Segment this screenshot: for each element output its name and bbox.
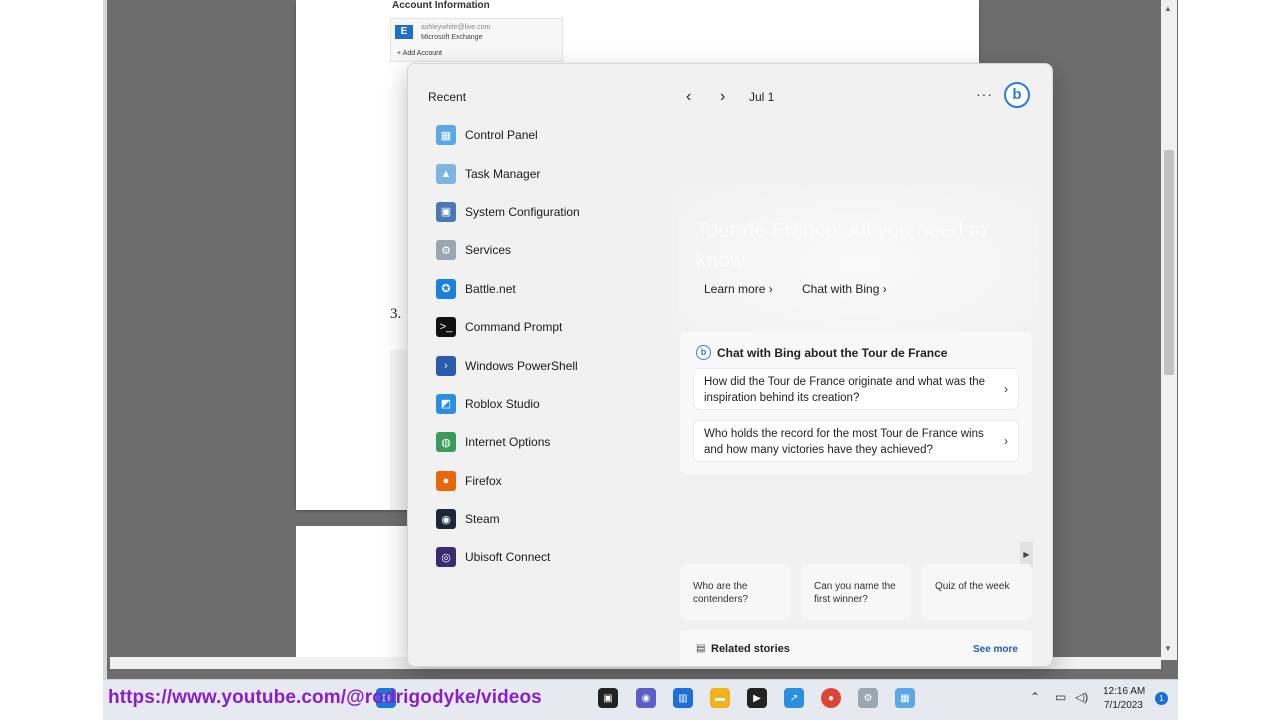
- bing-small-icon: b: [696, 345, 711, 360]
- recent-app-item[interactable]: ✪ Battle.net: [436, 270, 676, 308]
- control-panel-icon: ▦: [436, 125, 456, 146]
- chat-question-text: How did the Tour de France originate and…: [704, 376, 986, 404]
- add-account-button[interactable]: + Add Account: [397, 50, 442, 57]
- date-label: Jul 1: [749, 90, 775, 104]
- chevron-right-icon: ›: [1004, 434, 1008, 448]
- related-stories-heading: Related stories: [711, 643, 790, 655]
- hero-headline[interactable]: Tour de France: All you need to know: [696, 216, 1006, 276]
- learn-more-button[interactable]: Learn more ›: [704, 282, 773, 296]
- recent-app-label: Firefox: [465, 473, 502, 488]
- chat-question-text: Who holds the record for the most Tour d…: [704, 428, 984, 456]
- recent-apps-list: ▦ Control Panel ▲ Task Manager ▣ System Confi…: [436, 116, 676, 577]
- account-box: E ashleywhite@live.com Microsoft Exchang…: [390, 18, 563, 62]
- news-icon: ▤: [696, 643, 706, 654]
- task-view-icon[interactable]: ▣: [598, 688, 618, 708]
- next-day-chevron-icon[interactable]: ›: [720, 88, 725, 106]
- recent-app-label: Task Manager: [465, 166, 541, 181]
- recent-app-item[interactable]: ▣ System Configuration: [436, 193, 676, 231]
- right-margin: [1178, 0, 1280, 720]
- recent-app-item[interactable]: › Windows PowerShell: [436, 346, 676, 384]
- chat-question-1[interactable]: How did the Tour de France originate and…: [693, 368, 1019, 410]
- recent-app-label: Roblox Studio: [465, 396, 540, 411]
- recent-app-item[interactable]: ◉ Steam: [436, 500, 676, 538]
- clock-time[interactable]: 12:16 AM: [1103, 686, 1145, 697]
- related-stories-section: ▤ Related stories See more: [680, 630, 1032, 666]
- control-panel-taskbar-icon[interactable]: ▦: [895, 688, 915, 708]
- suggestion-card[interactable]: Quiz of the week: [922, 564, 1032, 620]
- chat-card-heading: b Chat with Bing about the Tour de Franc…: [696, 345, 947, 360]
- exchange-icon: E: [395, 25, 413, 39]
- account-type: Microsoft Exchange: [421, 34, 483, 41]
- media-player-icon[interactable]: ▶: [747, 688, 767, 708]
- battlenet-icon: ✪: [436, 278, 456, 299]
- roblox-studio-icon: ◩: [436, 393, 456, 414]
- youtube-url-overlay: https://www.youtube.com/@rodrigodyke/vid…: [108, 687, 542, 708]
- scroll-down-arrow-icon[interactable]: ▼: [1164, 644, 1172, 653]
- powershell-icon: ›: [436, 355, 456, 376]
- recent-app-label: Ubisoft Connect: [465, 550, 551, 565]
- volume-icon[interactable]: ◁): [1075, 690, 1088, 704]
- account-information-heading: Account Information: [392, 0, 490, 11]
- firefox-icon: ●: [436, 470, 456, 491]
- suggestion-card[interactable]: Who are the contenders?: [680, 564, 790, 620]
- recent-app-item[interactable]: ⚙ Services: [436, 231, 676, 269]
- chevron-right-icon: ›: [882, 282, 887, 296]
- command-prompt-icon: >_: [436, 317, 456, 338]
- recent-app-label: Services: [465, 243, 512, 258]
- recent-app-label: Steam: [465, 512, 500, 527]
- network-icon[interactable]: ▭: [1055, 690, 1066, 704]
- recent-app-item[interactable]: ▲ Task Manager: [436, 154, 676, 192]
- clock-date[interactable]: 7/1/2023: [1104, 700, 1143, 711]
- recent-app-item[interactable]: ● Firefox: [436, 462, 676, 500]
- account-email: ashleywhite@live.com: [421, 24, 491, 31]
- previous-day-chevron-icon[interactable]: ‹: [686, 88, 691, 106]
- document-sidebar-strip: [390, 350, 408, 510]
- internet-options-icon: ◍: [436, 432, 456, 453]
- store-icon[interactable]: ▥: [673, 688, 693, 708]
- see-more-link[interactable]: See more: [973, 644, 1018, 655]
- ubisoft-connect-icon: ◎: [436, 547, 456, 568]
- recent-app-label: Internet Options: [465, 435, 551, 450]
- chevron-right-icon: ›: [1004, 382, 1008, 396]
- recent-app-label: Control Panel: [465, 128, 538, 143]
- chat-question-2[interactable]: Who holds the record for the most Tour d…: [693, 420, 1019, 462]
- show-hidden-icons-chevron-icon[interactable]: ⌃: [1030, 690, 1040, 704]
- chat-card-heading-text: Chat with Bing about the Tour de France: [717, 345, 948, 360]
- chrome-icon[interactable]: ●: [821, 688, 841, 708]
- recent-app-label: Battle.net: [465, 281, 516, 296]
- recent-app-item[interactable]: ◎ Ubisoft Connect: [436, 538, 676, 576]
- chat-with-bing-label: Chat with Bing: [802, 282, 880, 296]
- recent-app-item[interactable]: >_ Command Prompt: [436, 308, 676, 346]
- file-explorer-icon[interactable]: ▬: [710, 688, 730, 708]
- step-number: 3.: [390, 306, 402, 322]
- recent-app-item[interactable]: ◩ Roblox Studio: [436, 385, 676, 423]
- learn-more-label: Learn more: [704, 282, 766, 296]
- recent-app-item[interactable]: ▦ Control Panel: [436, 116, 676, 154]
- recent-heading: Recent: [428, 90, 467, 104]
- services-taskbar-icon[interactable]: ⚙: [858, 688, 878, 708]
- notification-badge[interactable]: 1: [1155, 692, 1168, 705]
- more-options-icon[interactable]: ···: [976, 86, 993, 102]
- steam-icon: ◉: [436, 509, 456, 530]
- recent-app-label: System Configuration: [465, 204, 580, 219]
- recent-app-label: Command Prompt: [465, 320, 563, 335]
- recent-app-label: Windows PowerShell: [465, 358, 578, 373]
- chat-with-bing-button[interactable]: Chat with Bing ›: [802, 282, 887, 296]
- bing-icon[interactable]: b: [1004, 82, 1030, 108]
- system-configuration-icon: ▣: [436, 201, 456, 222]
- services-icon: ⚙: [436, 240, 456, 261]
- left-margin: [0, 0, 103, 720]
- add-account-label: Add Account: [402, 50, 442, 57]
- vertical-scrollbar[interactable]: ▲ ▼: [1161, 0, 1177, 660]
- task-manager-icon: ▲: [436, 163, 456, 184]
- suggestion-card[interactable]: Can you name the first winner?: [801, 564, 911, 620]
- bing-chat-card: b Chat with Bing about the Tour de Franc…: [680, 332, 1032, 474]
- widgets-panel: Recent ▦ Control Panel ▲ Task Manager ▣ Syste…: [407, 63, 1053, 667]
- teams-chat-icon[interactable]: ◉: [636, 688, 656, 708]
- chevron-right-icon: ›: [768, 282, 773, 296]
- app-icon[interactable]: ↗: [784, 688, 804, 708]
- recent-app-item[interactable]: ◍ Internet Options: [436, 423, 676, 461]
- scroll-up-arrow-icon[interactable]: ▲: [1164, 4, 1172, 13]
- scroll-thumb[interactable]: [1164, 150, 1174, 375]
